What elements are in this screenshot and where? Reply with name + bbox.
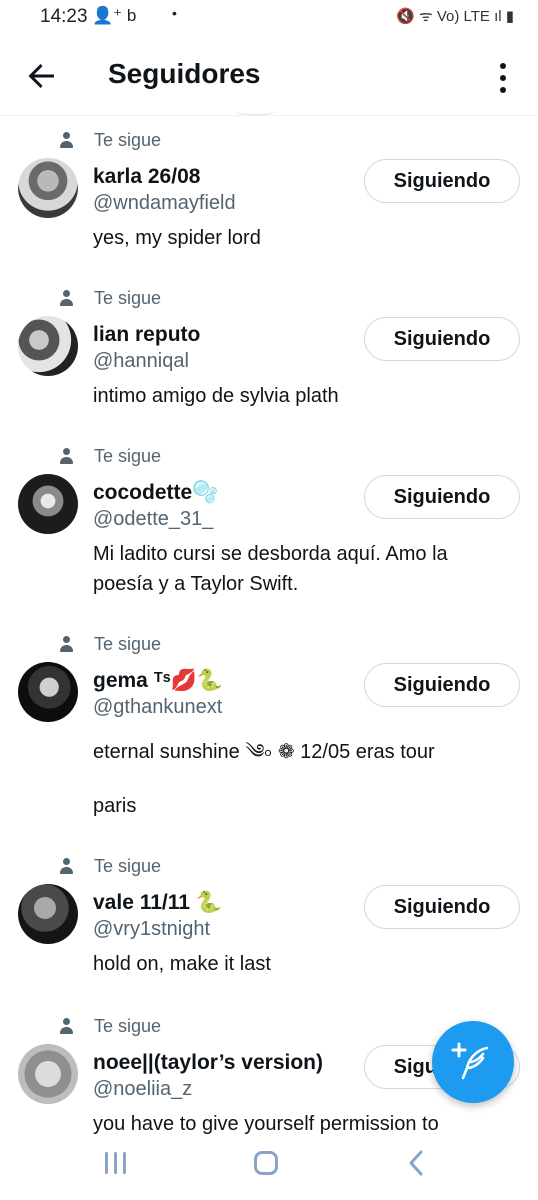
notification-icons: 👤⁺ b bbox=[92, 6, 137, 25]
user-bio-line-2: paris bbox=[93, 795, 137, 817]
user-handle: @noeliia_z bbox=[93, 1078, 193, 1100]
avatar[interactable] bbox=[18, 662, 78, 722]
follows-you-text: Te sigue bbox=[94, 129, 162, 150]
following-button[interactable]: Siguiendo bbox=[364, 663, 520, 707]
list-item[interactable]: Te sigue vale 11/11 🐍 @vry1stnight hold … bbox=[0, 842, 538, 1002]
back-arrow-icon[interactable] bbox=[24, 58, 60, 94]
person-icon bbox=[58, 289, 76, 307]
display-name: noee||(taylor’s version) bbox=[93, 1051, 323, 1074]
display-name: karla 26/08 bbox=[93, 165, 201, 188]
person-icon bbox=[58, 447, 76, 465]
display-name: gema ᵀˢ💋🐍 bbox=[93, 669, 223, 692]
list-item[interactable]: Te sigue gema ᵀˢ💋🐍 @gthankunext eternal … bbox=[0, 620, 538, 842]
person-icon bbox=[58, 1017, 76, 1035]
person-icon bbox=[58, 131, 76, 149]
pull-to-refresh-indicator bbox=[235, 106, 275, 116]
display-name: vale 11/11 🐍 bbox=[93, 891, 222, 914]
follows-you-label: Te sigue bbox=[58, 633, 161, 655]
avatar[interactable] bbox=[18, 474, 78, 534]
user-handle: @odette_31_ bbox=[93, 508, 214, 530]
user-bio: hold on, make it last bbox=[93, 953, 271, 975]
followers-list: Te sigue karla 26/08 @wndamayfield yes, … bbox=[0, 116, 538, 1142]
user-bio: yes, my spider lord bbox=[93, 227, 261, 249]
follows-you-label: Te sigue bbox=[58, 129, 161, 151]
following-button[interactable]: Siguiendo bbox=[364, 159, 520, 203]
list-item[interactable]: Te sigue karla 26/08 @wndamayfield yes, … bbox=[0, 116, 538, 274]
list-item[interactable]: Te sigue cocodette🫧 @odette_31_ Mi ladit… bbox=[0, 432, 538, 620]
user-bio: Mi ladito cursi se desborda aquí. Amo la… bbox=[93, 543, 448, 595]
display-name: cocodette🫧 bbox=[93, 481, 219, 504]
display-name: lian reputo bbox=[93, 323, 201, 346]
user-handle: @hanniqal bbox=[93, 350, 189, 372]
person-icon bbox=[58, 635, 76, 653]
person-icon bbox=[58, 857, 76, 875]
following-button[interactable]: Siguiendo bbox=[364, 475, 520, 519]
avatar[interactable] bbox=[18, 316, 78, 376]
user-bio: you have to give yourself permission to bbox=[93, 1113, 439, 1135]
status-bar: 14:23 👤⁺ b • 🔇 ᯤ Vo) LTE ıl ▮ bbox=[0, 0, 538, 36]
compose-button[interactable] bbox=[432, 1021, 514, 1103]
avatar[interactable] bbox=[18, 1044, 78, 1104]
following-button[interactable]: Siguiendo bbox=[364, 885, 520, 929]
user-bio: eternal sunshine ༄৹ ❁ 12/05 eras tour bbox=[93, 741, 435, 763]
back-icon[interactable] bbox=[406, 1148, 426, 1184]
following-button[interactable]: Siguiendo bbox=[364, 317, 520, 361]
follows-you-label: Te sigue bbox=[58, 1015, 161, 1037]
follows-you-text: Te sigue bbox=[94, 1015, 162, 1036]
home-icon[interactable] bbox=[254, 1151, 278, 1175]
follows-you-label: Te sigue bbox=[58, 445, 161, 467]
follows-you-label: Te sigue bbox=[58, 855, 161, 877]
notification-dot: • bbox=[172, 5, 177, 21]
app-bar: Seguidores bbox=[0, 40, 538, 116]
user-bio: intimo amigo de sylvia plath bbox=[93, 385, 339, 407]
page-title: Seguidores bbox=[108, 58, 261, 89]
status-time: 14:23 bbox=[40, 6, 88, 27]
recent-apps-icon[interactable] bbox=[103, 1152, 129, 1176]
user-handle: @wndamayfield bbox=[93, 192, 236, 214]
follows-you-label: Te sigue bbox=[58, 287, 161, 309]
follows-you-text: Te sigue bbox=[94, 445, 162, 466]
user-handle: @vry1stnight bbox=[93, 918, 211, 940]
compose-feather-icon bbox=[451, 1042, 489, 1080]
follows-you-text: Te sigue bbox=[94, 633, 162, 654]
avatar[interactable] bbox=[18, 884, 78, 944]
system-status-icons: 🔇 ᯤ Vo) LTE ıl ▮ bbox=[396, 8, 514, 25]
system-navigation-bar bbox=[0, 1140, 538, 1200]
avatar[interactable] bbox=[18, 158, 78, 218]
follows-you-text: Te sigue bbox=[94, 287, 162, 308]
follows-you-text: Te sigue bbox=[94, 855, 162, 876]
more-vertical-icon[interactable] bbox=[488, 58, 518, 98]
user-handle: @gthankunext bbox=[93, 696, 223, 718]
list-item[interactable]: Te sigue lian reputo @hanniqal intimo am… bbox=[0, 274, 538, 432]
